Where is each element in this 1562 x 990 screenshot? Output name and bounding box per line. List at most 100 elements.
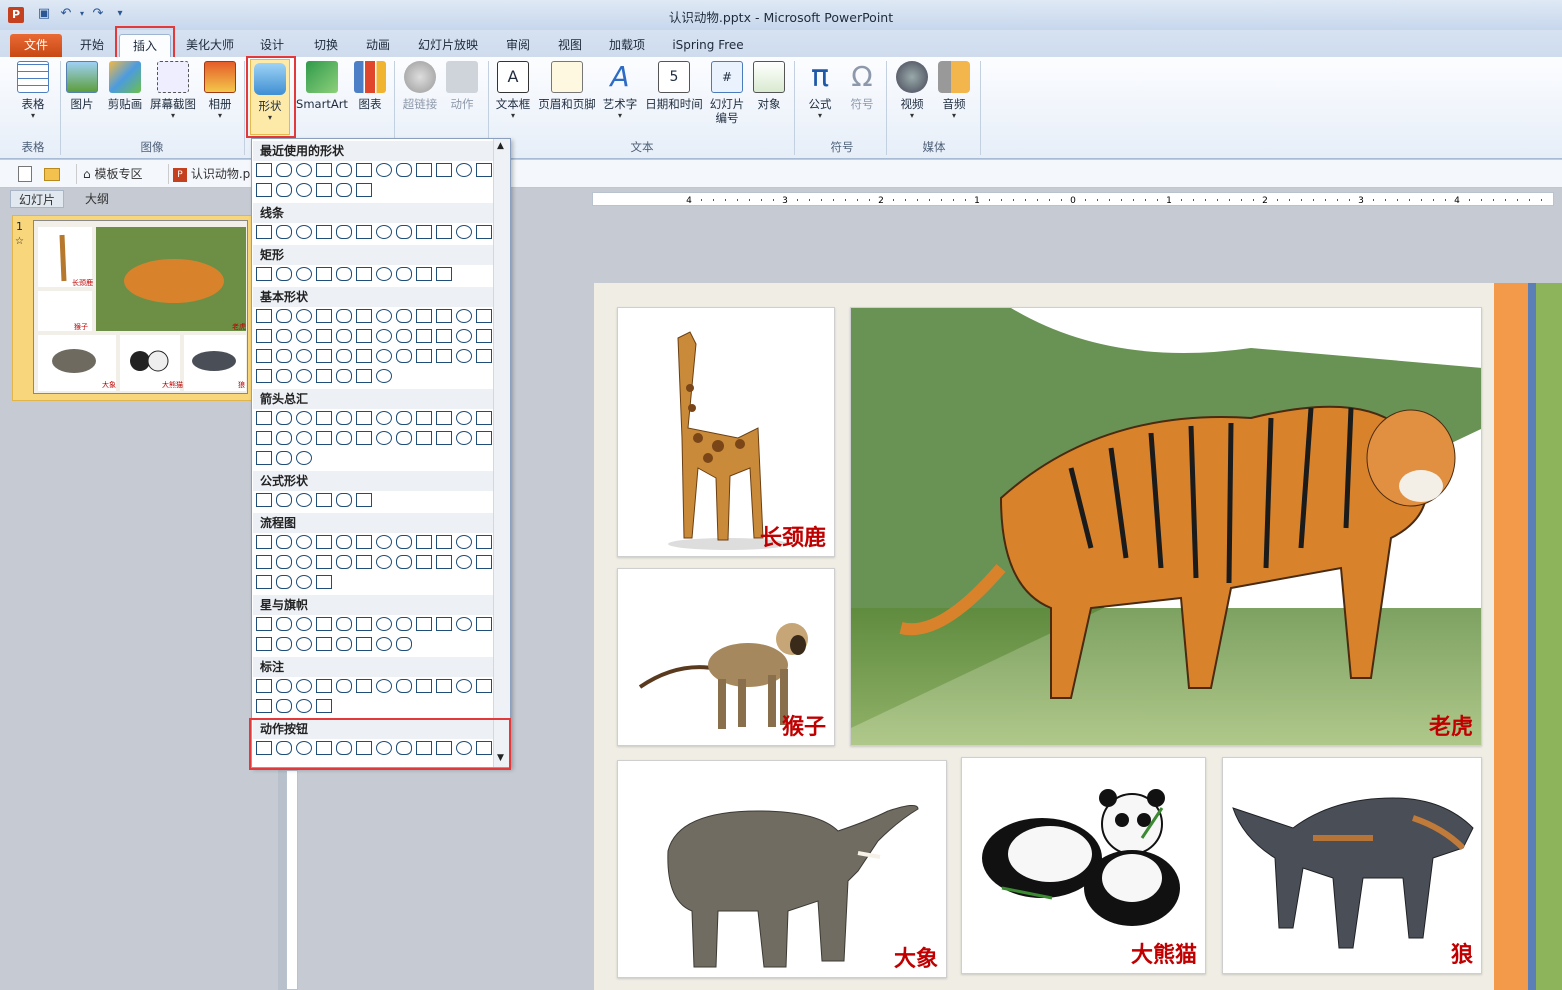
shape-item[interactable] xyxy=(436,431,452,445)
shape-item[interactable] xyxy=(316,535,332,549)
album-button[interactable]: 相册 ▾ xyxy=(200,61,240,121)
shape-item[interactable] xyxy=(296,535,312,549)
textbox-button[interactable]: A 文本框 ▾ xyxy=(492,61,534,121)
shape-item[interactable] xyxy=(256,637,272,651)
shape-item[interactable] xyxy=(256,617,272,631)
shape-item[interactable] xyxy=(296,369,312,383)
slide-number-button[interactable]: # 幻灯片 编号 xyxy=(706,61,748,125)
equation-button[interactable]: π 公式 ▾ xyxy=(800,61,840,121)
shape-item[interactable] xyxy=(336,555,352,569)
shape-item[interactable] xyxy=(456,741,472,755)
shape-item[interactable] xyxy=(316,309,332,323)
shape-item[interactable] xyxy=(376,411,392,425)
shape-item[interactable] xyxy=(276,617,292,631)
shape-item[interactable] xyxy=(256,431,272,445)
shape-item[interactable] xyxy=(376,741,392,755)
shape-item[interactable] xyxy=(276,575,292,589)
shape-item[interactable] xyxy=(436,163,452,177)
shape-item[interactable] xyxy=(416,741,432,755)
shape-item[interactable] xyxy=(276,699,292,713)
action-button[interactable]: 动作 xyxy=(444,61,480,111)
shape-item[interactable] xyxy=(296,699,312,713)
tab-view[interactable]: 视图 xyxy=(548,34,592,57)
shape-item[interactable] xyxy=(296,679,312,693)
shape-item[interactable] xyxy=(456,163,472,177)
shape-item[interactable] xyxy=(296,493,312,507)
chart-button[interactable]: 图表 xyxy=(352,61,388,111)
shape-item[interactable] xyxy=(256,555,272,569)
shape-item[interactable] xyxy=(456,431,472,445)
shape-item[interactable] xyxy=(456,535,472,549)
shape-item[interactable] xyxy=(376,369,392,383)
shape-item[interactable] xyxy=(396,349,412,363)
tiger-card[interactable]: 老虎 xyxy=(850,307,1482,746)
tab-ispring[interactable]: iSpring Free xyxy=(664,34,752,57)
tab-outline[interactable]: 大纲 xyxy=(70,190,124,208)
shape-item[interactable] xyxy=(376,163,392,177)
shape-item[interactable] xyxy=(476,431,492,445)
shape-item[interactable] xyxy=(456,329,472,343)
shape-item[interactable] xyxy=(356,741,372,755)
shape-item[interactable] xyxy=(256,183,272,197)
shape-item[interactable] xyxy=(276,267,292,281)
shape-item[interactable] xyxy=(456,411,472,425)
shape-item[interactable] xyxy=(316,493,332,507)
shape-item[interactable] xyxy=(356,309,372,323)
shape-item[interactable] xyxy=(256,535,272,549)
shape-item[interactable] xyxy=(256,225,272,239)
tab-addins[interactable]: 加载项 xyxy=(600,34,654,57)
shape-item[interactable] xyxy=(316,349,332,363)
datetime-button[interactable]: 5 日期和时间 xyxy=(642,61,706,111)
shape-item[interactable] xyxy=(256,163,272,177)
shape-item[interactable] xyxy=(316,267,332,281)
audio-button[interactable]: 音频 ▾ xyxy=(934,61,974,121)
shape-item[interactable] xyxy=(276,741,292,755)
tab-meihua[interactable]: 美化大师 xyxy=(178,34,242,57)
shape-item[interactable] xyxy=(456,349,472,363)
clipart-button[interactable]: 剪贴画 xyxy=(104,61,146,111)
shape-item[interactable] xyxy=(396,267,412,281)
shape-item[interactable] xyxy=(396,163,412,177)
shape-item[interactable] xyxy=(396,329,412,343)
shape-item[interactable] xyxy=(276,309,292,323)
shapes-button[interactable]: 形状 ▾ xyxy=(250,59,290,135)
shape-item[interactable] xyxy=(256,741,272,755)
hyperlink-button[interactable]: 超链接 xyxy=(398,61,442,111)
shape-item[interactable] xyxy=(316,329,332,343)
shape-item[interactable] xyxy=(276,411,292,425)
shape-item[interactable] xyxy=(296,575,312,589)
tab-file[interactable]: 文件 xyxy=(10,34,62,57)
shape-item[interactable] xyxy=(476,679,492,693)
shape-item[interactable] xyxy=(356,349,372,363)
shape-item[interactable] xyxy=(416,617,432,631)
shape-item[interactable] xyxy=(276,225,292,239)
shape-item[interactable] xyxy=(436,617,452,631)
scroll-up-icon[interactable]: ▲ xyxy=(497,141,504,151)
shape-item[interactable] xyxy=(276,431,292,445)
shape-item[interactable] xyxy=(336,309,352,323)
wordart-button[interactable]: A 艺术字 ▾ xyxy=(600,61,640,121)
tab-home[interactable]: 开始 xyxy=(70,34,114,57)
shape-item[interactable] xyxy=(376,267,392,281)
tab-slideshow[interactable]: 幻灯片放映 xyxy=(410,34,486,57)
shape-item[interactable] xyxy=(476,349,492,363)
open-folder-icon[interactable] xyxy=(44,168,60,181)
shape-item[interactable] xyxy=(456,555,472,569)
shape-item[interactable] xyxy=(336,493,352,507)
shape-item[interactable] xyxy=(276,349,292,363)
video-button[interactable]: 视频 ▾ xyxy=(892,61,932,121)
shape-item[interactable] xyxy=(276,329,292,343)
shape-item[interactable] xyxy=(316,637,332,651)
shape-item[interactable] xyxy=(256,329,272,343)
slide-canvas[interactable]: 长颈鹿 猴子 老虎 大象 大熊猫 狼 xyxy=(594,283,1562,990)
tab-design[interactable]: 设计 xyxy=(250,34,294,57)
shape-item[interactable] xyxy=(396,431,412,445)
shape-item[interactable] xyxy=(276,369,292,383)
shape-item[interactable] xyxy=(416,431,432,445)
elephant-card[interactable]: 大象 xyxy=(617,760,947,978)
shape-item[interactable] xyxy=(336,617,352,631)
shape-item[interactable] xyxy=(356,163,372,177)
shape-item[interactable] xyxy=(296,555,312,569)
shape-item[interactable] xyxy=(336,267,352,281)
shape-item[interactable] xyxy=(296,741,312,755)
